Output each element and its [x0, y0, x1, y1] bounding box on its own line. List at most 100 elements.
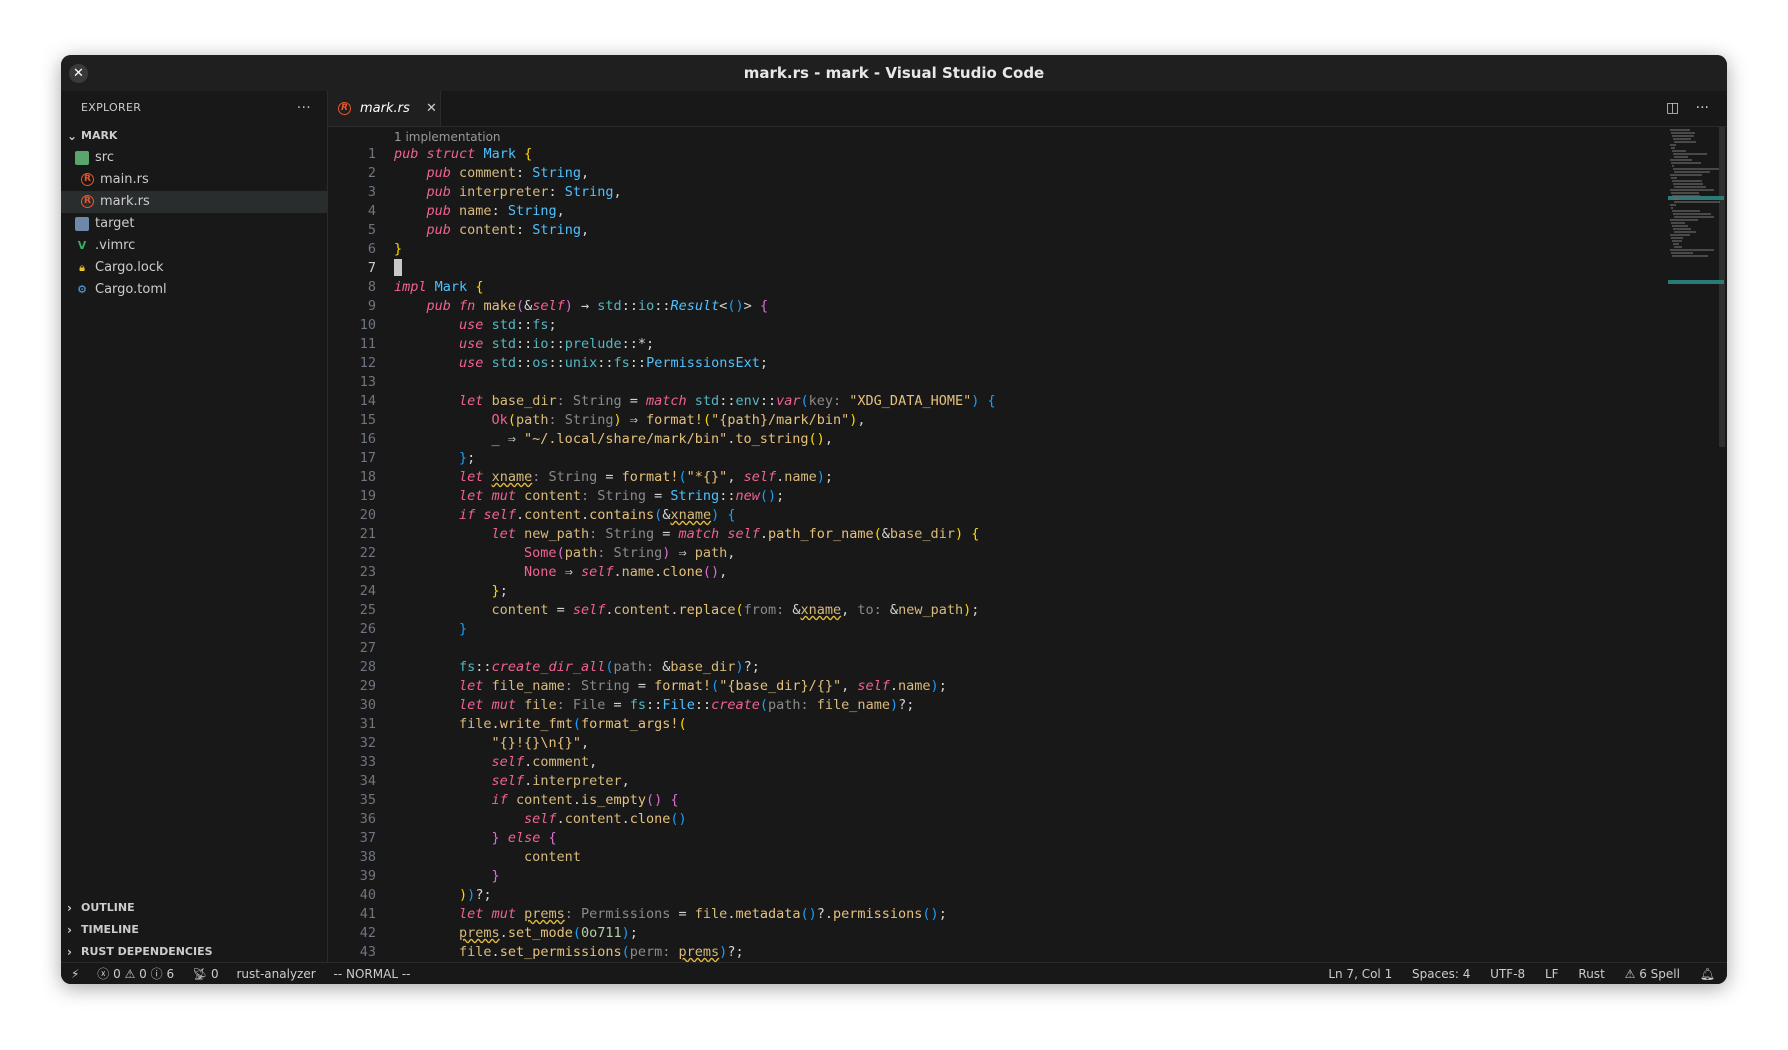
section-outline[interactable]: › OUTLINE — [61, 897, 327, 919]
minimap-line — [1672, 150, 1686, 152]
tree-item-cargo-toml[interactable]: ⚙ Cargo.toml — [61, 279, 327, 301]
tree-item-vimrc[interactable]: V .vimrc — [61, 235, 327, 257]
minimap-line — [1672, 210, 1700, 212]
error-icon: ⓧ — [97, 967, 110, 981]
tree-item-label: Cargo.toml — [95, 282, 167, 297]
minimap-line — [1673, 168, 1719, 170]
minimap-line — [1674, 156, 1688, 158]
spell-check[interactable]: ⚠ 6 Spell — [1625, 963, 1680, 984]
info-icon: ⓘ — [150, 967, 163, 981]
tree-item-src[interactable]: src — [61, 147, 327, 169]
tab-label: mark.rs — [360, 101, 410, 116]
tree-item-label: main.rs — [100, 172, 149, 187]
language-mode[interactable]: Rust — [1578, 963, 1604, 984]
minimap-line — [1670, 159, 1692, 161]
cursor-position[interactable]: Ln 7, Col 1 — [1328, 963, 1392, 984]
minimap-line — [1674, 216, 1714, 218]
tree-item-mark-rs[interactable]: Rmark.rs — [61, 191, 327, 213]
rust-file-icon: R — [338, 102, 351, 115]
minimap-line — [1673, 183, 1703, 185]
window-title: mark.rs - mark - Visual Studio Code — [743, 64, 1045, 82]
minimap-line — [1672, 255, 1708, 257]
minimap-line — [1671, 237, 1683, 239]
minimap-line — [1670, 174, 1702, 176]
tree-item-target[interactable]: target — [61, 213, 327, 235]
more-actions-icon[interactable]: ··· — [1696, 100, 1709, 116]
codelens-implementations[interactable]: 1 implementation — [394, 130, 501, 144]
explorer-title: EXPLORER — [81, 101, 142, 114]
tree-item-label: mark.rs — [100, 194, 150, 209]
problems-indicator[interactable]: ⓧ 0 ⚠ 0 ⓘ 6 — [97, 963, 174, 984]
minimap-line — [1673, 228, 1691, 230]
chevron-down-icon: ⌄ — [67, 129, 78, 143]
split-editor-icon[interactable]: ◫ — [1666, 100, 1679, 116]
minimap-line — [1672, 225, 1688, 227]
minimap-line — [1673, 213, 1711, 215]
workspace-root[interactable]: ⌄ MARK — [61, 125, 327, 147]
chevron-right-icon: › — [67, 901, 72, 915]
remote-icon[interactable]: ⚡ — [71, 963, 79, 984]
section-timeline[interactable]: › TIMELINE — [61, 919, 327, 941]
tree-item-label: Cargo.lock — [95, 260, 164, 275]
ports-indicator[interactable]: 📡︎ 0 — [192, 963, 219, 984]
tree-item-label: .vimrc — [95, 238, 136, 253]
rust-file-icon: R — [81, 173, 94, 186]
minimap-line — [1674, 231, 1696, 233]
minimap-line — [1672, 165, 1674, 167]
tree-item-main-rs[interactable]: Rmain.rs — [61, 169, 327, 191]
encoding[interactable]: UTF-8 — [1490, 963, 1525, 984]
minimap-line — [1674, 171, 1710, 173]
vscode-window: ✕ mark.rs - mark - Visual Studio Code EX… — [61, 55, 1727, 984]
indentation[interactable]: Spaces: 4 — [1412, 963, 1470, 984]
close-window-button[interactable]: ✕ — [69, 64, 88, 83]
title-bar: ✕ mark.rs - mark - Visual Studio Code — [61, 55, 1727, 91]
minimap-line — [1671, 252, 1693, 254]
status-bar-right: Ln 7, Col 1 Spaces: 4 UTF-8 LF Rust ⚠ 6 … — [1312, 963, 1715, 984]
close-tab-icon[interactable]: ✕ — [426, 91, 437, 126]
minimap-line — [1671, 162, 1701, 164]
minimap-line — [1670, 189, 1714, 191]
minimap-line — [1673, 243, 1679, 245]
minimap-line — [1672, 180, 1702, 182]
broadcast-icon: 📡︎ — [191, 967, 208, 981]
gear-icon: ⚙ — [77, 282, 87, 296]
section-rust-dependencies[interactable]: › RUST DEPENDENCIES — [61, 941, 327, 963]
minimap-line — [1671, 132, 1695, 134]
minimap-line — [1670, 129, 1690, 131]
minimap-line — [1674, 201, 1720, 203]
explorer-header: EXPLORER ··· — [61, 91, 327, 125]
warning-icon: ⚠ — [1624, 967, 1636, 981]
minimap-line — [1670, 144, 1676, 146]
minimap-highlight — [1668, 280, 1724, 284]
folder-src-icon — [75, 150, 89, 165]
lock-icon: 🔒︎ — [79, 260, 85, 274]
minimap[interactable] — [1668, 127, 1727, 962]
minimap-line — [1674, 246, 1682, 248]
end-of-line[interactable]: LF — [1545, 963, 1559, 984]
language-server-status[interactable]: rust-analyzer — [236, 963, 315, 984]
tab-mark-rs[interactable]: R mark.rs ✕ — [328, 91, 441, 126]
minimap-line — [1670, 249, 1714, 251]
rust-file-icon: R — [81, 195, 94, 208]
status-bar: ⚡ ⓧ 0 ⚠ 0 ⓘ 6 📡︎ 0 rust-analyzer -- NORM… — [61, 962, 1727, 984]
minimap-line — [1670, 234, 1690, 236]
tree-item-cargo-lock[interactable]: 🔒︎ Cargo.lock — [61, 257, 327, 279]
vertical-scrollbar[interactable] — [1719, 127, 1725, 447]
more-actions-icon[interactable]: ··· — [297, 91, 311, 125]
tree-item-label: target — [95, 216, 135, 231]
status-bar-left: ⚡ ⓧ 0 ⚠ 0 ⓘ 6 📡︎ 0 rust-analyzer -- NORM… — [71, 963, 424, 984]
tree-item-label: src — [95, 150, 114, 165]
minimap-line — [1671, 147, 1675, 149]
minimap-line — [1674, 141, 1696, 143]
minimap-line — [1671, 177, 1677, 179]
text-cursor — [394, 259, 402, 276]
editor-tab-bar: R mark.rs ✕ ◫ ··· — [328, 91, 1727, 127]
editor-actions: ◫ ··· — [1654, 91, 1709, 126]
notifications-bell-icon[interactable]: 🔔︎ — [1700, 963, 1715, 984]
minimap-line — [1673, 138, 1691, 140]
minimap-line — [1670, 219, 1698, 221]
code-editor[interactable]: 1 implementation 1 2 3 4 5 6 7 8 9 10 11 12 13 14 15 16… — [328, 127, 1668, 962]
minimap-line — [1673, 198, 1679, 200]
minimap-line — [1672, 195, 1700, 197]
explorer-sidebar: EXPLORER ··· ⌄ MARK src Rmain.rs Rmark.r… — [61, 91, 328, 962]
